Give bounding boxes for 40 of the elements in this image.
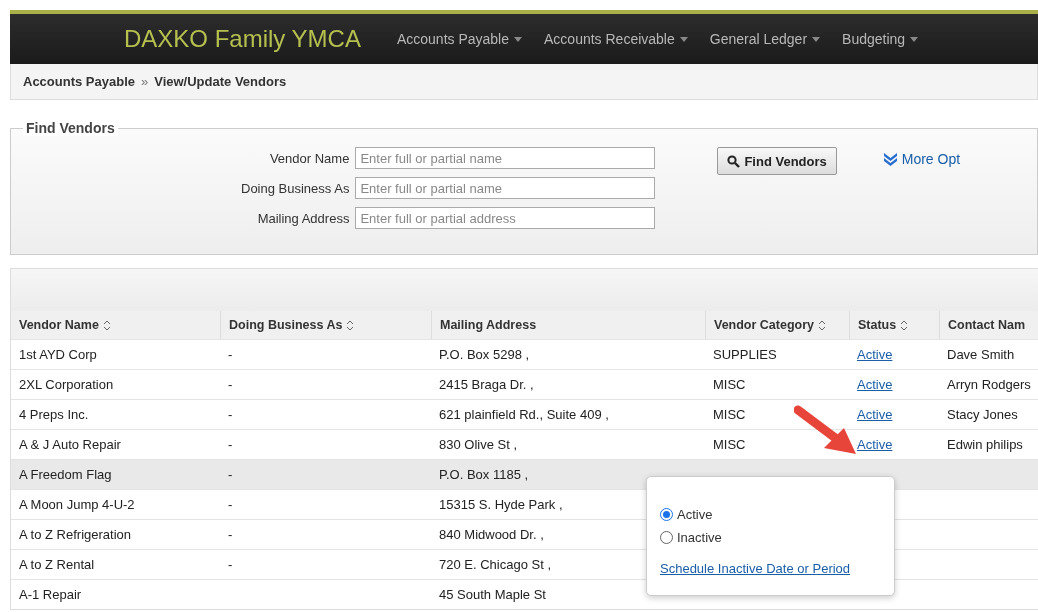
panel-title: Find Vendors	[23, 120, 118, 136]
field-label: Vendor Name	[269, 150, 350, 166]
nav-menu-item[interactable]: Accounts Payable	[396, 31, 522, 47]
nav-menu-item[interactable]: Budgeting	[842, 31, 919, 47]
nav-menu-item[interactable]: Accounts Receivable	[544, 31, 688, 47]
table-cell: -	[220, 459, 431, 489]
breadcrumb-link[interactable]: Accounts Payable	[23, 74, 135, 89]
breadcrumb-link[interactable]: View/Update Vendors	[154, 74, 287, 89]
caret-icon	[679, 36, 688, 42]
field-label: Doing Business As	[241, 180, 350, 196]
input-field[interactable]: Enter full or partial name	[355, 177, 656, 199]
sort-icon[interactable]	[900, 319, 909, 331]
caret-icon	[910, 36, 919, 42]
double-chevron-icon	[882, 151, 898, 166]
column-header[interactable]: Status	[849, 311, 939, 339]
caret-icon	[812, 36, 821, 42]
column-header[interactable]: Doing Business As	[220, 311, 431, 339]
input-field[interactable]: Enter full or partial name	[355, 147, 656, 169]
column-header[interactable]: Contact Nam	[939, 311, 1038, 339]
status-link[interactable]: Active	[857, 437, 893, 452]
sort-icon[interactable]	[818, 319, 827, 331]
field-label: Mailing Address	[257, 210, 350, 226]
nav-menu-item[interactable]: General Ledger	[709, 31, 821, 47]
sort-icon[interactable]	[346, 319, 355, 331]
more-options-link[interactable]: More Opt	[882, 151, 961, 171]
table-cell: A Freedom Flag	[11, 459, 220, 489]
sort-icon[interactable]	[102, 319, 111, 331]
status-link[interactable]: Active	[857, 407, 893, 422]
column-header[interactable]: Vendor Name	[11, 311, 220, 339]
find-vendors-button[interactable]: Find Vendors	[717, 147, 837, 175]
column-header[interactable]: Vendor Category	[705, 311, 849, 339]
table-cell: P.O. Box 1185 ,	[431, 459, 705, 489]
search-icon	[727, 154, 741, 168]
brand-title: DAXKO Family YMCA	[124, 25, 361, 53]
breadcrumb-separator: »	[141, 74, 149, 89]
column-header[interactable]: Mailing Address	[431, 311, 705, 339]
input-field[interactable]: Enter full or partial address	[355, 207, 656, 229]
caret-icon	[514, 36, 522, 42]
status-link[interactable]: Active	[857, 347, 893, 362]
status-link[interactable]: Active	[857, 377, 893, 392]
